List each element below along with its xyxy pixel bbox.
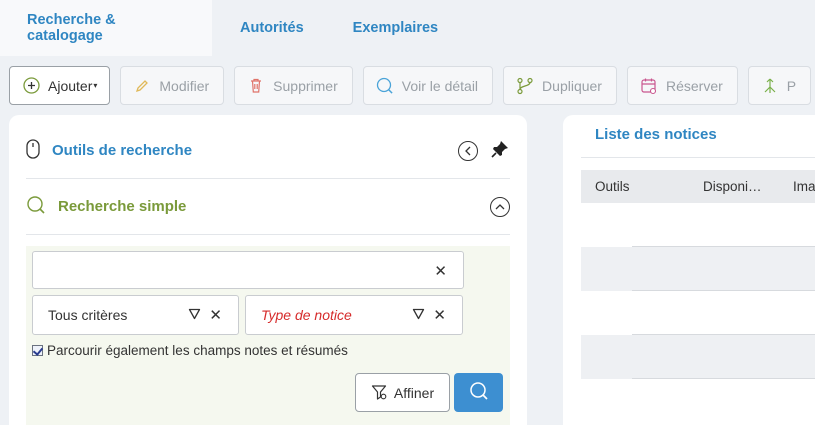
modify-label: Modifier: [159, 77, 210, 94]
view-detail-button[interactable]: Voir le détail: [362, 66, 494, 105]
reserve-label: Réserver: [665, 77, 723, 94]
notices-table-header: Outils Disponi… Ima: [581, 170, 815, 203]
clear-icon[interactable]: ✕: [209, 306, 222, 324]
criteria-select[interactable]: Tous critères ✕: [32, 295, 239, 335]
search-button[interactable]: [454, 373, 503, 412]
search-query-input[interactable]: ✕: [32, 251, 464, 289]
tab-exemplaires[interactable]: Exemplaires: [328, 0, 460, 56]
branch-icon: [516, 77, 534, 95]
also-notes-checkbox[interactable]: [32, 345, 43, 356]
duplicate-button[interactable]: Dupliquer: [503, 66, 617, 105]
pencil-icon: [133, 77, 151, 95]
calendar-icon: [640, 77, 658, 95]
search-tools-panel: Outils de recherche Recherche simple ✕ T…: [9, 115, 527, 425]
column-header[interactable]: Ima: [793, 179, 815, 194]
filter-icon: [371, 384, 388, 401]
simple-search-form: ✕ Tous critères ✕ Type de notice ✕ Parco…: [26, 246, 510, 425]
notices-title: Liste des notices: [595, 126, 717, 143]
tab-autorites[interactable]: Autorités: [212, 0, 328, 56]
search-icon: [26, 195, 46, 218]
plus-circle-icon: [22, 77, 40, 95]
notice-type-select[interactable]: Type de notice ✕: [245, 295, 463, 335]
chevron-down-icon[interactable]: [188, 307, 201, 323]
also-notes-option[interactable]: Parcourir également les champs notes et …: [32, 343, 348, 358]
trash-icon: [247, 77, 265, 95]
pin-icon[interactable]: [490, 139, 510, 162]
view-detail-label: Voir le détail: [401, 77, 479, 94]
clear-icon[interactable]: ✕: [434, 262, 447, 280]
delete-button[interactable]: Supprimer: [234, 66, 353, 105]
simple-search-header[interactable]: Recherche simple: [26, 179, 510, 235]
refine-label: Affiner: [393, 384, 435, 401]
search-tools-title: Outils de recherche: [52, 142, 193, 159]
duplicate-label: Dupliquer: [542, 77, 602, 94]
table-row: [581, 247, 815, 291]
table-row: [581, 379, 815, 423]
caret-down-icon: ▾: [93, 81, 98, 90]
clear-icon[interactable]: ✕: [433, 306, 446, 324]
add-label: Ajouter: [48, 77, 93, 94]
refine-button[interactable]: Affiner: [355, 373, 450, 412]
notices-panel: Liste des notices Outils Disponi… Ima: [563, 115, 815, 425]
mouse-icon: [26, 139, 40, 162]
split-arrow-icon: [761, 77, 779, 95]
chevron-up-icon[interactable]: [490, 196, 510, 217]
main-tabs: Recherche & catalogage Autorités Exempla…: [0, 0, 815, 56]
simple-search-title: Recherche simple: [58, 198, 187, 215]
also-notes-label: Parcourir également les champs notes et …: [47, 343, 348, 358]
tab-recherche-catalogage[interactable]: Recherche & catalogage: [0, 0, 212, 56]
search-icon: [469, 381, 489, 404]
toolbar: Ajouter ▾ Modifier Supprimer Voir le déta…: [9, 66, 812, 106]
column-header[interactable]: Disponi…: [703, 179, 762, 194]
table-row: [581, 203, 815, 247]
next-action-button[interactable]: P: [747, 66, 812, 105]
criteria-value: Tous critères: [48, 307, 128, 323]
notice-type-placeholder: Type de notice: [261, 307, 352, 323]
column-header[interactable]: Outils: [595, 179, 630, 194]
table-row: [581, 335, 815, 379]
next-action-label: P: [786, 77, 797, 94]
search-icon: [376, 77, 394, 95]
search-tools-header: Outils de recherche: [26, 123, 510, 179]
reserve-button[interactable]: Réserver: [626, 66, 738, 105]
chevron-down-icon[interactable]: [412, 307, 425, 323]
table-row: [581, 291, 815, 335]
delete-label: Supprimer: [273, 77, 338, 94]
modify-button[interactable]: Modifier: [120, 66, 225, 105]
collapse-left-icon[interactable]: [458, 140, 478, 161]
divider: [581, 157, 815, 158]
add-button[interactable]: Ajouter ▾: [9, 66, 111, 105]
